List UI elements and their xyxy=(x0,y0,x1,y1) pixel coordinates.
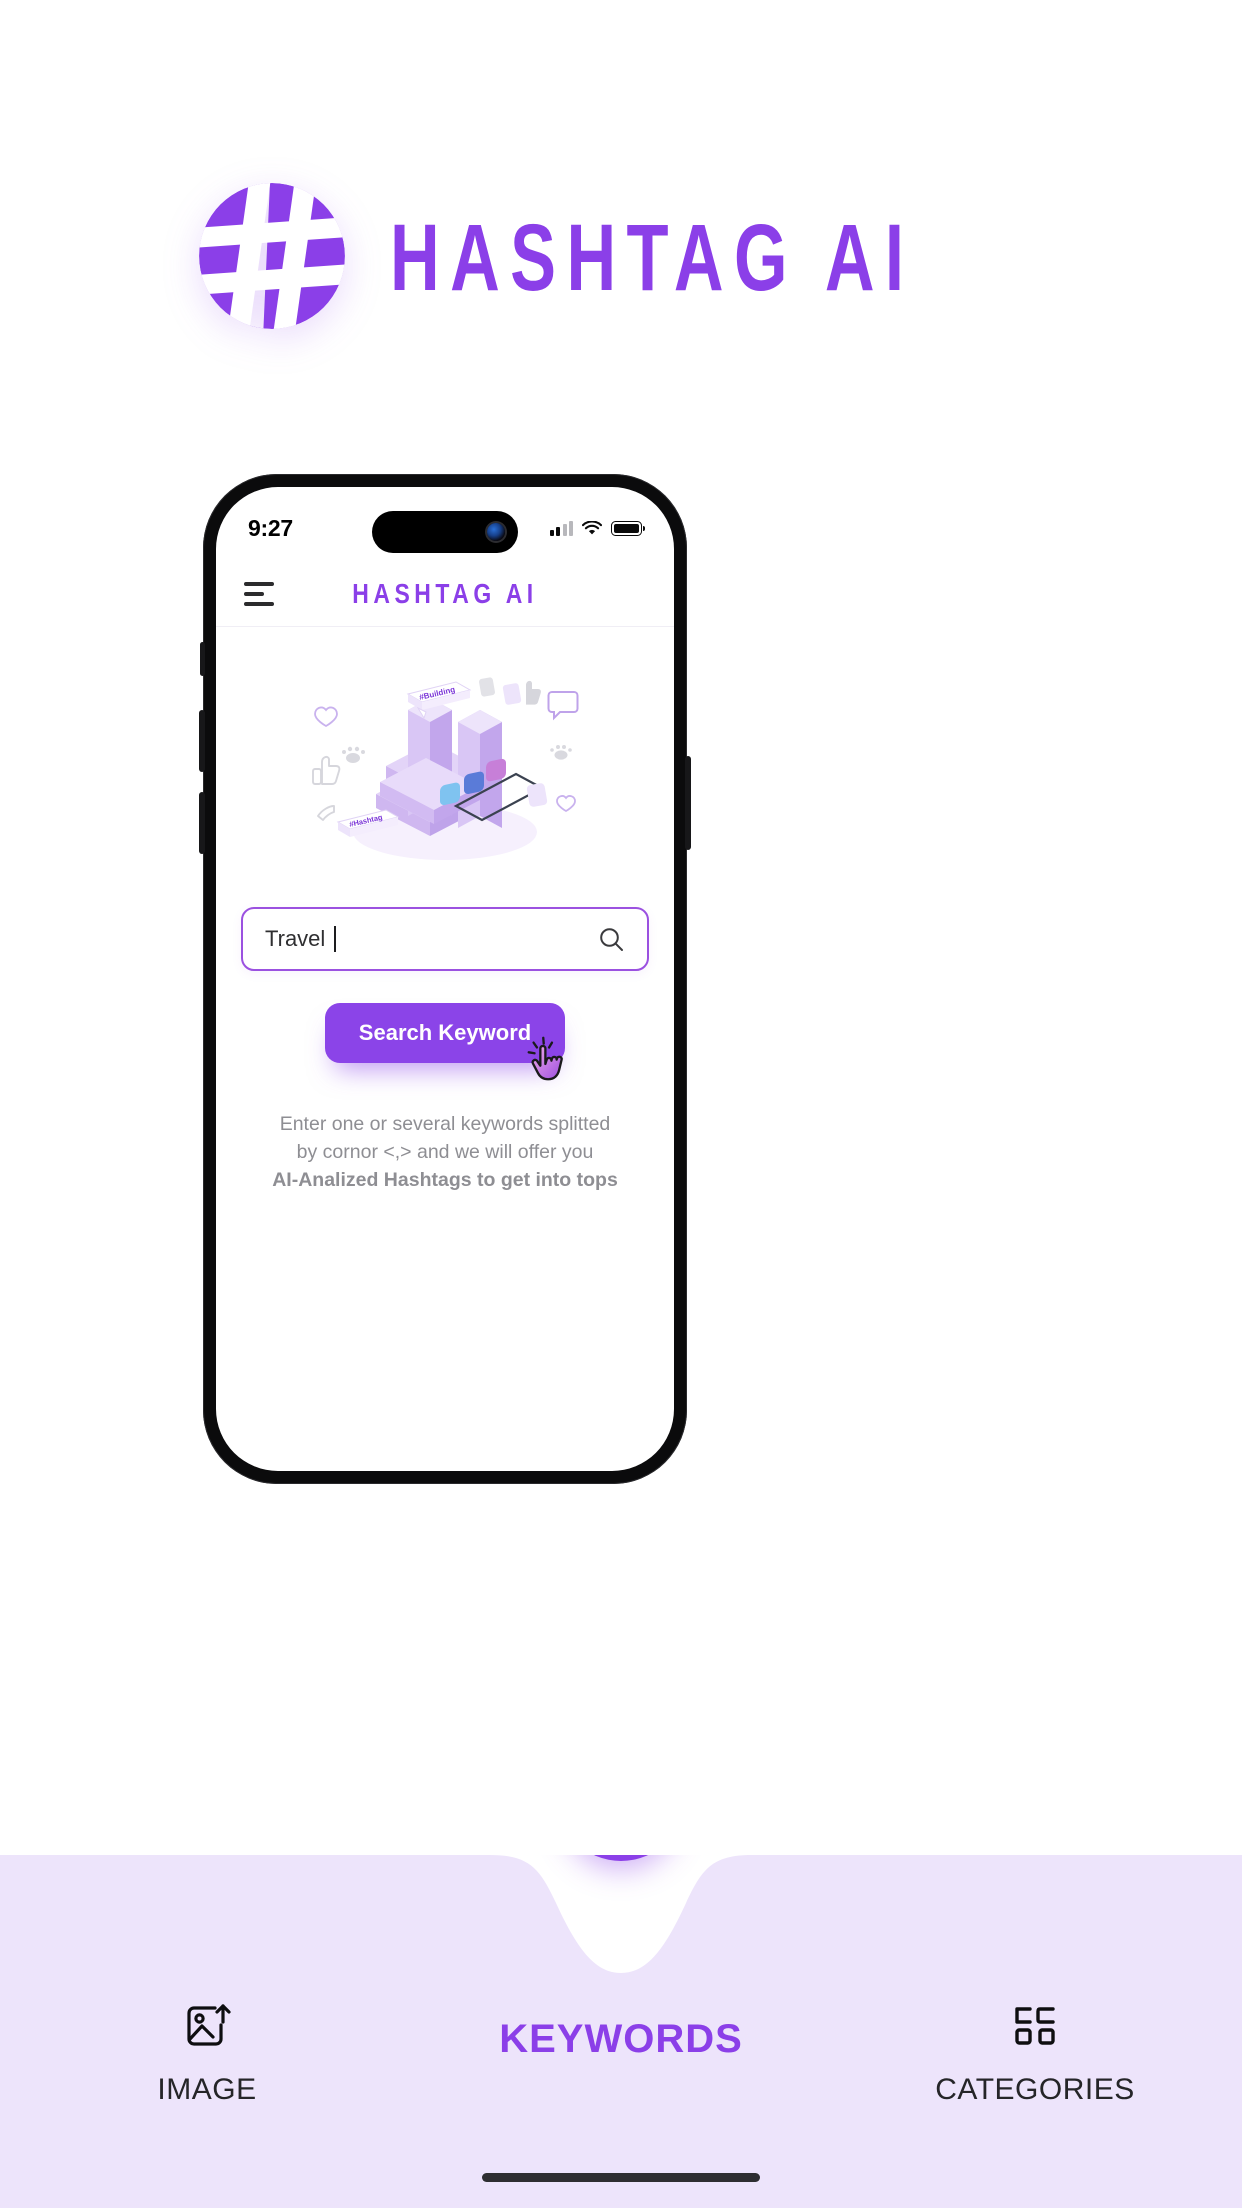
nav-label-categories: CATEGORIES xyxy=(935,2073,1135,2106)
search-magnifier-icon[interactable] xyxy=(597,925,625,953)
helper-line-2: by cornor <,> and we will offer you xyxy=(296,1140,594,1163)
grid-squares-icon xyxy=(1007,1995,1063,2057)
nav-label-keywords: KEYWORDS xyxy=(499,2017,743,2061)
app-title: HASHTAG AI xyxy=(352,577,538,609)
phone-silent-switch xyxy=(200,642,205,676)
nav-item-categories[interactable]: CATEGORIES xyxy=(828,1855,1242,2107)
dynamic-island xyxy=(372,511,518,553)
home-indicator xyxy=(482,2173,760,2182)
isometric-hashtag-illustration: #Building #Hashtag xyxy=(216,649,674,889)
helper-line-3: AI-Analized Hashtags to get into tops xyxy=(272,1169,618,1192)
wifi-icon xyxy=(582,520,602,536)
image-upload-icon xyxy=(179,1995,235,2057)
search-keyword-button[interactable]: Search Keyword xyxy=(324,1003,566,1063)
status-bar: 9:27 xyxy=(216,487,674,561)
front-camera-icon xyxy=(487,523,505,541)
search-input-value: Travel xyxy=(265,926,337,952)
hashtag-circle-icon xyxy=(196,180,348,332)
search-button-container: Search Keyword xyxy=(216,1003,674,1081)
nav-label-image: IMAGE xyxy=(157,2073,257,2106)
status-indicators xyxy=(549,520,646,536)
search-input-text: Travel xyxy=(265,926,326,951)
phone-volume-down-button xyxy=(199,792,205,854)
battery-full-icon xyxy=(611,520,646,536)
helper-text: Enter one or several keywords splitted b… xyxy=(216,1111,674,1195)
nav-items: IMAGE KEYWORDS CATEGORIES xyxy=(0,1855,1242,2208)
text-caret xyxy=(334,926,337,952)
hashtag-fab-button[interactable] xyxy=(557,1855,685,1861)
search-input[interactable]: Travel xyxy=(241,907,649,971)
hamburger-menu-icon[interactable] xyxy=(244,581,274,606)
nav-item-keywords[interactable]: KEYWORDS xyxy=(414,1855,828,2062)
status-time: 9:27 xyxy=(248,514,293,541)
app-header: HASHTAG AI xyxy=(216,561,674,627)
phone-volume-up-button xyxy=(199,710,205,772)
brand-logo: HASHTAG AI xyxy=(0,176,1242,336)
bottom-navigation-bar: IMAGE KEYWORDS CATEGORIES xyxy=(0,1855,1242,2208)
phone-mockup: 9:27 HASHTAG AI #Building #Hashtag Trave… xyxy=(199,474,691,1484)
brand-wordmark: HASHTAG AI xyxy=(390,205,915,311)
phone-screen: 9:27 HASHTAG AI #Building #Hashtag Trave… xyxy=(216,487,674,1471)
phone-power-button xyxy=(685,756,691,850)
helper-line-1: Enter one or several keywords splitted xyxy=(279,1113,611,1135)
cellular-signal-icon xyxy=(549,520,573,536)
nav-item-image[interactable]: IMAGE xyxy=(0,1855,414,2107)
